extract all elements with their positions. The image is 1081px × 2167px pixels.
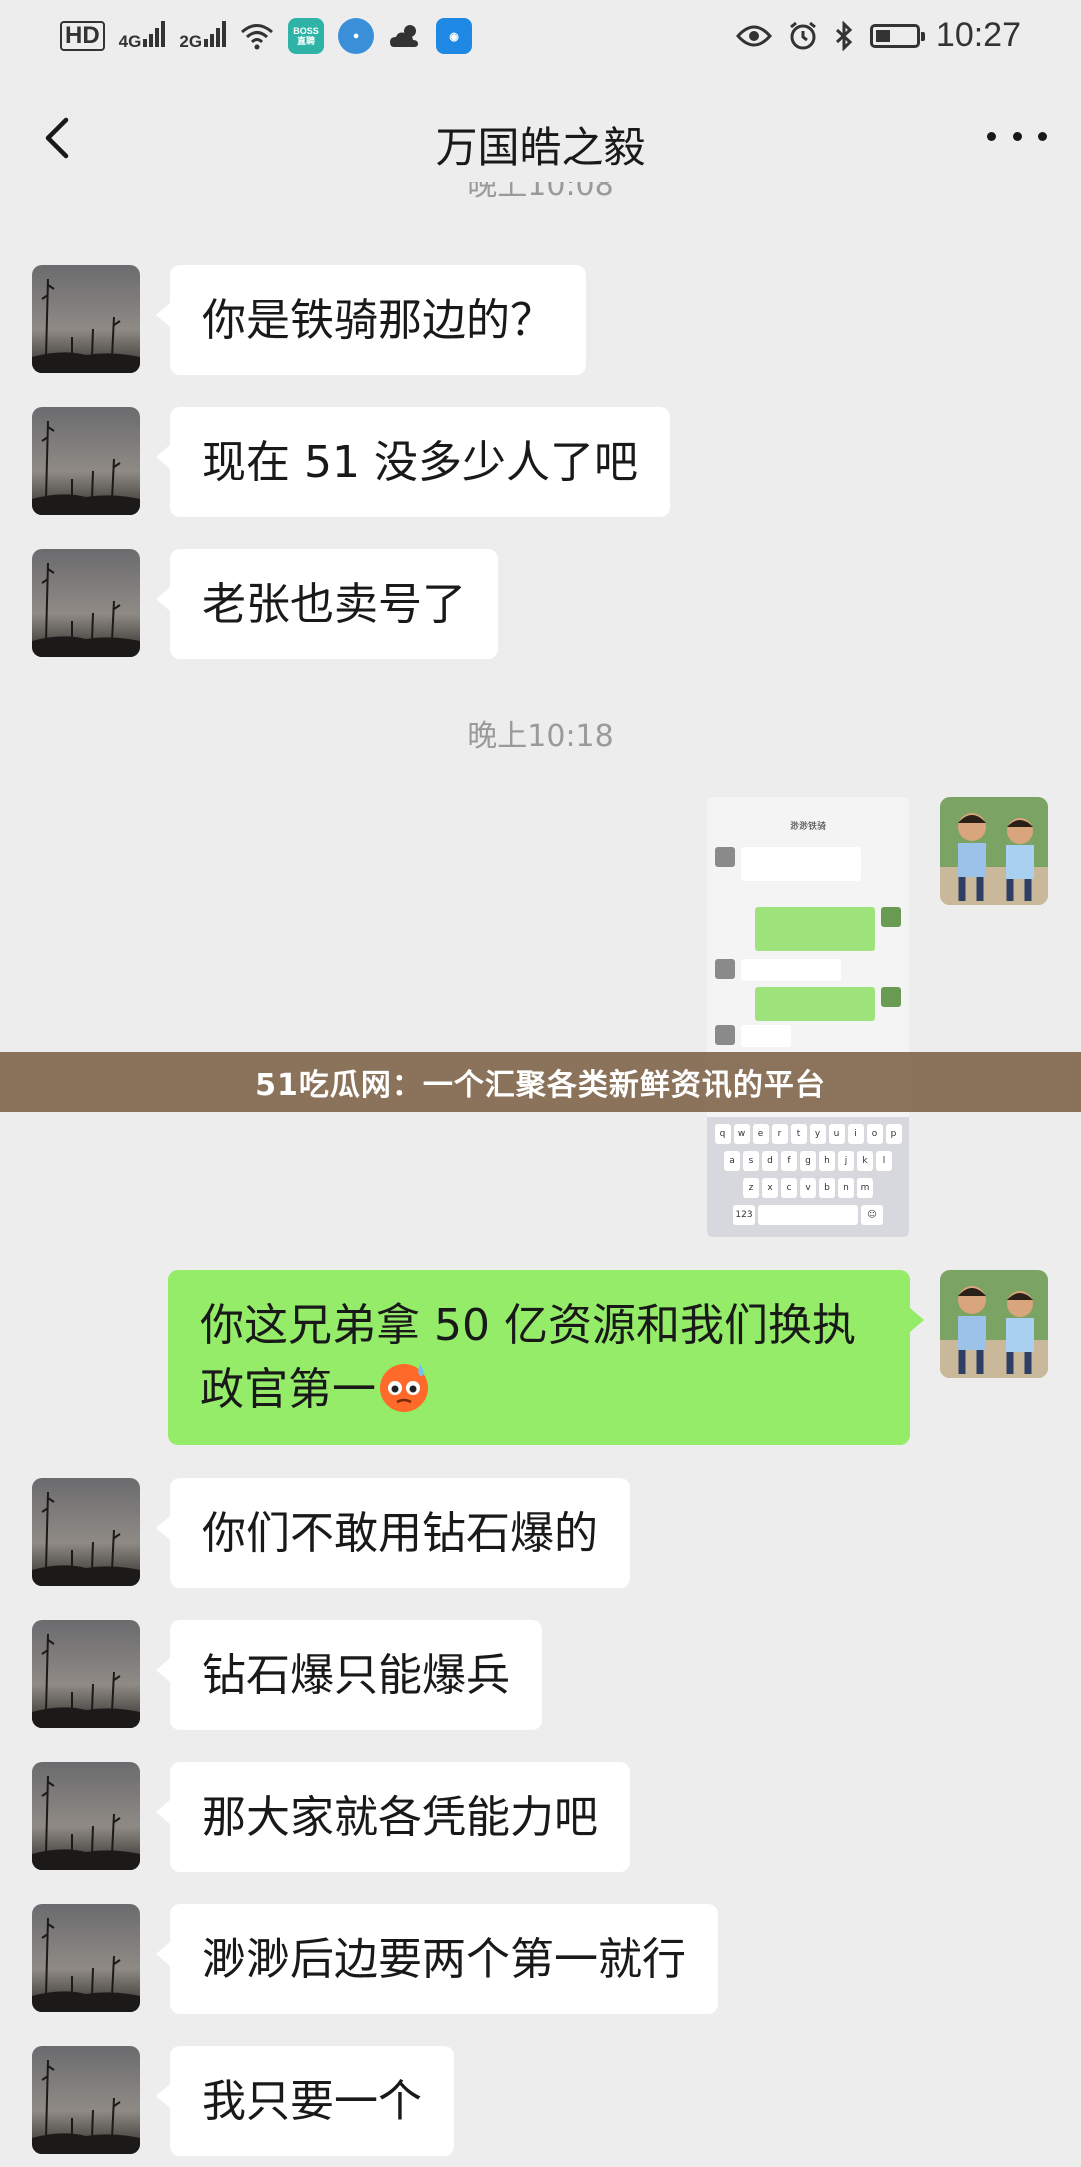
signal-icon-2: 2G — [179, 20, 227, 52]
thumbnail-key: d — [762, 1151, 778, 1171]
message-bubble[interactable]: 那大家就各凭能力吧 — [156, 1762, 630, 1872]
thumbnail-key: a — [724, 1151, 740, 1171]
thumbnail-bubble — [741, 1025, 791, 1047]
thumbnail-bubble — [755, 907, 875, 951]
thumbnail-title: 渺渺铁骑 — [789, 822, 826, 832]
contact-avatar[interactable] — [32, 1478, 140, 1586]
thumbnail-key: l — [876, 1151, 892, 1171]
signal-icon: 4G — [119, 20, 166, 52]
chat-title: 万国皓之毅 — [435, 123, 646, 172]
contact-avatar[interactable] — [32, 1762, 140, 1870]
thumbnail-avatar — [881, 907, 901, 927]
contact-avatar[interactable] — [32, 2046, 140, 2154]
thumbnail-key: v — [800, 1178, 816, 1198]
weather-icon — [390, 25, 419, 47]
sweat-emoji-icon — [380, 1364, 428, 1412]
battery-icon — [869, 23, 925, 48]
thumbnail-key: z — [743, 1178, 759, 1198]
thumbnail-avatar — [715, 959, 735, 979]
wifi-icon — [241, 24, 274, 50]
thumbnail-key: h — [819, 1151, 835, 1171]
thumbnail-key: y — [809, 1124, 826, 1144]
message-bubble[interactable]: 我只要一个 — [156, 2046, 454, 2156]
timestamp-clipped: 晚上10:08 — [467, 182, 614, 203]
boss-app-icon: BOSS 直聘 — [288, 18, 325, 54]
thumbnail-key: t — [790, 1124, 807, 1144]
thumbnail-avatar — [715, 847, 735, 867]
thumbnail-bubble — [741, 847, 861, 881]
thumbnail-key: k — [857, 1151, 873, 1171]
status-time: 10:27 — [935, 16, 1021, 54]
thumbnail-keyboard: qwertyuiop asdfghjkl zxcvbnm 123 ☺ — [707, 1117, 909, 1237]
own-avatar[interactable] — [940, 1270, 1048, 1378]
message-bubble[interactable]: 钻石爆只能爆兵 — [156, 1620, 542, 1730]
thumbnail-key: x — [762, 1178, 778, 1198]
thumbnail-key: j — [838, 1151, 854, 1171]
qq-icon: ◉ — [436, 18, 473, 54]
thumbnail-key: m — [857, 1178, 873, 1198]
thumbnail-avatar — [715, 1025, 735, 1045]
contact-avatar[interactable] — [32, 1904, 140, 2012]
thumbnail-key: u — [828, 1124, 845, 1144]
thumbnail-bubble — [755, 987, 875, 1021]
thumbnail-key: w — [733, 1124, 750, 1144]
bluetooth-icon — [835, 20, 853, 51]
thumbnail-key: p — [885, 1124, 902, 1144]
thumbnail-key: q — [714, 1124, 731, 1144]
thumbnail-key: r — [771, 1124, 788, 1144]
thumbnail-key: e — [752, 1124, 769, 1144]
thumbnail-key: i — [847, 1124, 864, 1144]
message-bubble[interactable]: 现在 51 没多少人了吧 — [156, 407, 670, 517]
message-text: 你这兄弟拿 50 亿资源和我们换执政官第一 — [200, 1300, 856, 1415]
message-bubble-own[interactable]: 你这兄弟拿 50 亿资源和我们换执政官第一 — [168, 1270, 924, 1445]
thumbnail-avatar — [881, 987, 901, 1007]
thumbnail-key: o — [866, 1124, 883, 1144]
contact-avatar[interactable] — [32, 265, 140, 373]
contact-avatar[interactable] — [32, 407, 140, 515]
thumbnail-key: s — [743, 1151, 759, 1171]
contact-avatar[interactable] — [32, 1620, 140, 1728]
more-options-icon[interactable] — [987, 116, 1047, 156]
message-bubble[interactable]: 老张也卖号了 — [156, 549, 498, 659]
message-bubble[interactable]: 你们不敢用钻石爆的 — [156, 1478, 630, 1588]
thumbnail-key: g — [800, 1151, 816, 1171]
thumbnail-key: b — [819, 1178, 835, 1198]
watermark-banner: 51吃瓜网：一个汇聚各类新鲜资讯的平台 — [0, 1052, 1081, 1112]
status-bar: HD 4G 2G BOSS 直聘 ● ◉ 10:27 — [0, 0, 1081, 78]
alarm-icon — [789, 21, 816, 49]
eye-icon — [735, 25, 772, 46]
message-bubble[interactable]: 你是铁骑那边的？ — [156, 265, 586, 375]
app-notification-icon: ● — [338, 18, 375, 54]
thumbnail-bubble — [741, 959, 841, 981]
hd-badge: HD — [60, 21, 105, 51]
message-bubble[interactable]: 渺渺后边要两个第一就行 — [156, 1904, 718, 2014]
thumbnail-key: f — [781, 1151, 797, 1171]
own-avatar[interactable] — [940, 797, 1048, 905]
thumbnail-key: n — [838, 1178, 854, 1198]
screenshot-image-message[interactable]: 渺渺铁骑 qwertyuiop asdfghjkl zxcvbnm 123 ☺ — [707, 797, 909, 1237]
thumbnail-key: c — [781, 1178, 797, 1198]
contact-avatar[interactable] — [32, 549, 140, 657]
timestamp: 晚上10:18 — [467, 719, 614, 754]
